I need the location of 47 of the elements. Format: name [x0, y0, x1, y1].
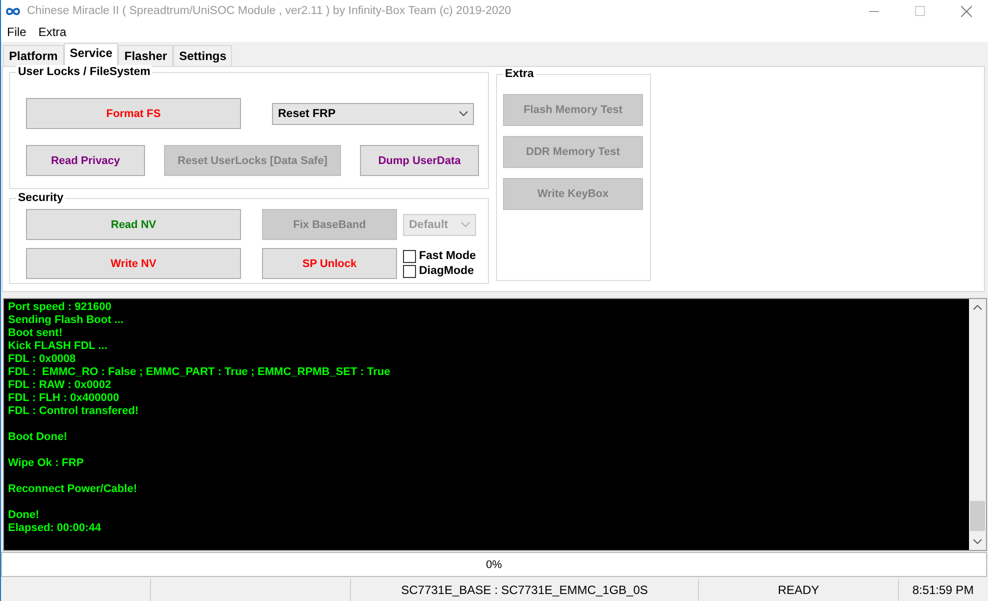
log-line: Boot sent!	[8, 327, 62, 340]
log-line: Sending Flash Boot ...	[8, 314, 124, 327]
action-button[interactable]: Format FS	[26, 98, 241, 129]
log-line: Done!	[8, 509, 40, 522]
scrollbar[interactable]	[969, 299, 986, 550]
status-text: 8:51:59 PM	[911, 582, 975, 599]
caret-icon	[459, 111, 468, 116]
infinity-icon	[5, 6, 21, 16]
log-line: FDL : Control transfered!	[8, 405, 139, 418]
log-line: Port speed : 921600	[8, 301, 112, 314]
log-line: Reconnect Power/Cable!	[8, 483, 137, 496]
status-text: READY	[699, 579, 899, 601]
log-line: FDL : RAW : 0x0002	[8, 379, 112, 392]
action-button[interactable]: SP Unlock	[262, 248, 397, 279]
tab[interactable]: Platform	[3, 45, 64, 66]
tab[interactable]: Service	[64, 43, 118, 66]
log-line: Elapsed: 00:00:44	[8, 522, 101, 535]
window-title: Chinese Miracle II ( Spreadtrum/UniSOC Module , ver2.11 ) by Infinity-Box Team (c) 2019-2020	[27, 5, 512, 17]
log-line: FDL : FLH : 0x400000	[8, 392, 120, 405]
dropdown[interactable]: Reset FRP	[272, 102, 474, 124]
log-line: Boot Done!	[8, 431, 68, 444]
menu-item[interactable]: Extra	[32, 25, 72, 39]
group-title: User Locks / FileSystem	[16, 65, 152, 79]
log-line: Wipe Ok : FRP	[8, 457, 84, 470]
checkbox[interactable]	[403, 264, 416, 278]
minimize-icon[interactable]	[869, 10, 879, 12]
action-button[interactable]: Write NV	[26, 248, 241, 279]
tab[interactable]: Settings	[173, 45, 232, 66]
dropdown-value: Reset FRP	[278, 108, 336, 120]
checkbox-label: DiagMode	[419, 265, 474, 277]
dropdown-value: Default	[409, 218, 448, 230]
action-button[interactable]: Read Privacy	[26, 145, 145, 176]
close-icon[interactable]	[961, 6, 972, 16]
progress-text: 0%	[486, 558, 502, 570]
log-line: Kick FLASH FDL ...	[8, 340, 108, 353]
action-button[interactable]: Read NV	[26, 209, 241, 240]
checkbox[interactable]	[403, 250, 416, 262]
log-line: FDL : 0x0008	[8, 353, 76, 366]
action-button[interactable]: Dump UserData	[360, 145, 479, 176]
status-text: SC7731E_BASE : SC7731E_EMMC_1GB_0S	[351, 579, 699, 601]
log-line: FDL : EMMC_RO : False ; EMMC_PART : True ; EMMC_RPMB_SET : True	[8, 366, 390, 379]
group-title: Security	[16, 191, 66, 205]
tab[interactable]: Flasher	[118, 45, 174, 66]
checkbox-label: Fast Mode	[419, 250, 476, 262]
scroll-thumb[interactable]	[970, 501, 985, 531]
menu-item[interactable]: File	[1, 25, 32, 39]
caret-icon	[461, 222, 470, 227]
